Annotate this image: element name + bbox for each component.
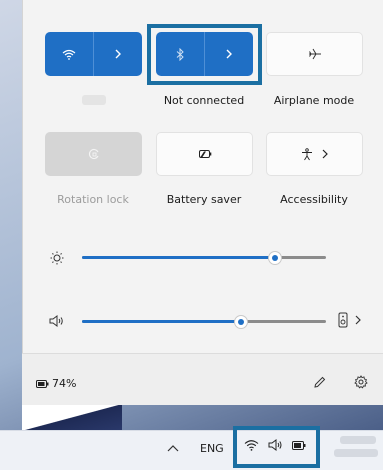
wifi-icon	[62, 49, 76, 60]
bluetooth-highlight	[147, 24, 262, 85]
brightness-slider-fill	[82, 256, 275, 259]
chevron-right-icon[interactable]	[321, 149, 328, 159]
battery-saver-label: Battery saver	[166, 193, 242, 206]
audio-device-icon	[338, 312, 348, 328]
wifi-network-name	[82, 95, 106, 105]
tray-highlight	[233, 426, 320, 468]
speaker-icon[interactable]	[49, 315, 65, 327]
brightness-slider-thumb[interactable]	[267, 251, 282, 265]
wifi-expand[interactable]	[94, 32, 142, 76]
chevron-right-icon	[115, 49, 121, 59]
battery-saver-icon	[198, 150, 211, 158]
brightness-icon	[50, 251, 64, 265]
gear-icon[interactable]	[354, 375, 368, 389]
audio-output-selector[interactable]	[338, 312, 361, 328]
taskbar	[0, 430, 383, 470]
language-indicator[interactable]: ENG	[200, 442, 224, 455]
rotation-lock-icon	[88, 148, 98, 160]
accessibility-tile[interactable]	[266, 132, 363, 176]
battery-saver-tile[interactable]	[156, 132, 253, 176]
clock-date	[334, 449, 378, 457]
rotation-lock-tile[interactable]	[45, 132, 142, 176]
rotation-lock-label: Rotation lock	[57, 193, 129, 206]
chevron-up-icon[interactable]	[167, 444, 179, 452]
chevron-right-icon	[355, 315, 361, 325]
volume-slider-fill	[82, 320, 241, 323]
battery-status[interactable]: 74%	[36, 377, 76, 390]
accessibility-icon	[302, 147, 312, 160]
battery-icon	[36, 379, 49, 388]
volume-slider-thumb[interactable]	[233, 315, 248, 329]
wifi-tile[interactable]	[45, 32, 142, 76]
battery-percentage: 74%	[52, 377, 77, 390]
wifi-toggle[interactable]	[45, 32, 93, 76]
accessibility-label: Accessibility	[280, 193, 348, 206]
airplane-icon	[308, 48, 321, 60]
bluetooth-label: Not connected	[163, 94, 245, 107]
airplane-label: Airplane mode	[273, 94, 355, 107]
airplane-tile[interactable]	[266, 32, 363, 76]
clock-time	[340, 436, 376, 444]
pencil-icon[interactable]	[313, 376, 326, 389]
